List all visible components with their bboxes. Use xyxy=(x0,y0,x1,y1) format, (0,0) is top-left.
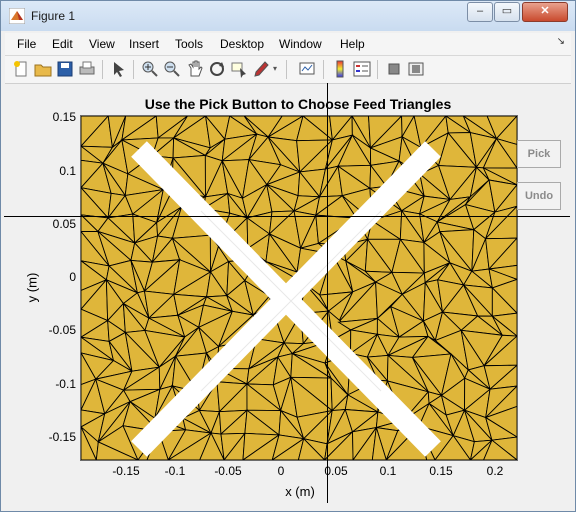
y-tick-label: -0.1 xyxy=(55,377,76,391)
brush-dropdown-icon[interactable]: ▾ xyxy=(273,64,277,73)
menu-dock-arrow-icon[interactable]: ↘ xyxy=(557,36,565,47)
x-tick-label: 0.2 xyxy=(486,464,504,478)
window-title: Figure 1 xyxy=(31,9,76,23)
y-tick-label: -0.15 xyxy=(48,430,76,444)
y-axis-label: y (m) xyxy=(24,272,40,303)
menu-bar: File Edit View Insert Tools Desktop Wind… xyxy=(5,33,571,56)
y-tick-label: 0.05 xyxy=(52,217,76,231)
y-tick-label: 0 xyxy=(69,270,76,284)
menu-desktop[interactable]: Desktop xyxy=(220,37,264,51)
menu-insert[interactable]: Insert xyxy=(129,37,159,51)
pan-icon[interactable] xyxy=(186,60,204,78)
plot-area[interactable] xyxy=(80,115,518,461)
new-figure-icon[interactable] xyxy=(12,60,30,78)
zoom-in-icon[interactable] xyxy=(141,60,159,78)
print-icon[interactable] xyxy=(78,60,96,78)
x-tick-label: 0 xyxy=(277,464,285,478)
y-tick-label: -0.05 xyxy=(48,323,76,337)
colorbar-icon[interactable] xyxy=(331,60,349,78)
y-tick-label: 0.1 xyxy=(59,164,76,178)
antenna-mesh[interactable] xyxy=(81,116,517,460)
data-cursor-icon[interactable] xyxy=(230,60,248,78)
open-file-icon[interactable] xyxy=(34,60,52,78)
crosshair-vertical xyxy=(327,83,328,503)
x-tick-label: 0.05 xyxy=(324,464,348,478)
close-button[interactable]: ✕ xyxy=(522,2,568,22)
brush-icon[interactable] xyxy=(253,60,271,78)
menu-edit[interactable]: Edit xyxy=(52,37,73,51)
edit-plot-icon[interactable] xyxy=(110,60,128,78)
zoom-out-icon[interactable] xyxy=(163,60,181,78)
matlab-logo-icon xyxy=(9,8,25,24)
menu-tools[interactable]: Tools xyxy=(175,37,203,51)
show-plot-tools-icon[interactable] xyxy=(407,60,425,78)
menu-window[interactable]: Window xyxy=(279,37,322,51)
x-tick-label: -0.15 xyxy=(112,464,140,478)
x-tick-label: -0.1 xyxy=(164,464,186,478)
crosshair-horizontal xyxy=(4,216,570,217)
menu-file[interactable]: File xyxy=(17,37,36,51)
y-tick-label: 0.15 xyxy=(52,110,76,124)
x-tick-label: 0.15 xyxy=(429,464,453,478)
link-plot-icon[interactable] xyxy=(298,60,316,78)
x-tick-label: 0.1 xyxy=(379,464,397,478)
legend-icon[interactable] xyxy=(353,60,371,78)
menu-view[interactable]: View xyxy=(89,37,115,51)
minimize-button[interactable]: – xyxy=(467,2,493,22)
x-tick-label: -0.05 xyxy=(214,464,242,478)
figure-toolbar: ▾ xyxy=(5,56,571,84)
maximize-button[interactable]: ▭ xyxy=(494,2,520,22)
save-icon[interactable] xyxy=(56,60,74,78)
hide-plot-tools-icon[interactable] xyxy=(385,60,403,78)
menu-help[interactable]: Help xyxy=(340,37,365,51)
undo-button[interactable]: Undo xyxy=(517,182,561,210)
axes-title: Use the Pick Button to Choose Feed Trian… xyxy=(144,96,452,112)
title-bar[interactable]: Figure 1 – ▭ ✕ xyxy=(1,1,575,31)
x-axis-label: x (m) xyxy=(285,484,315,499)
pick-button[interactable]: Pick xyxy=(517,140,561,168)
rotate-3d-icon[interactable] xyxy=(208,60,226,78)
